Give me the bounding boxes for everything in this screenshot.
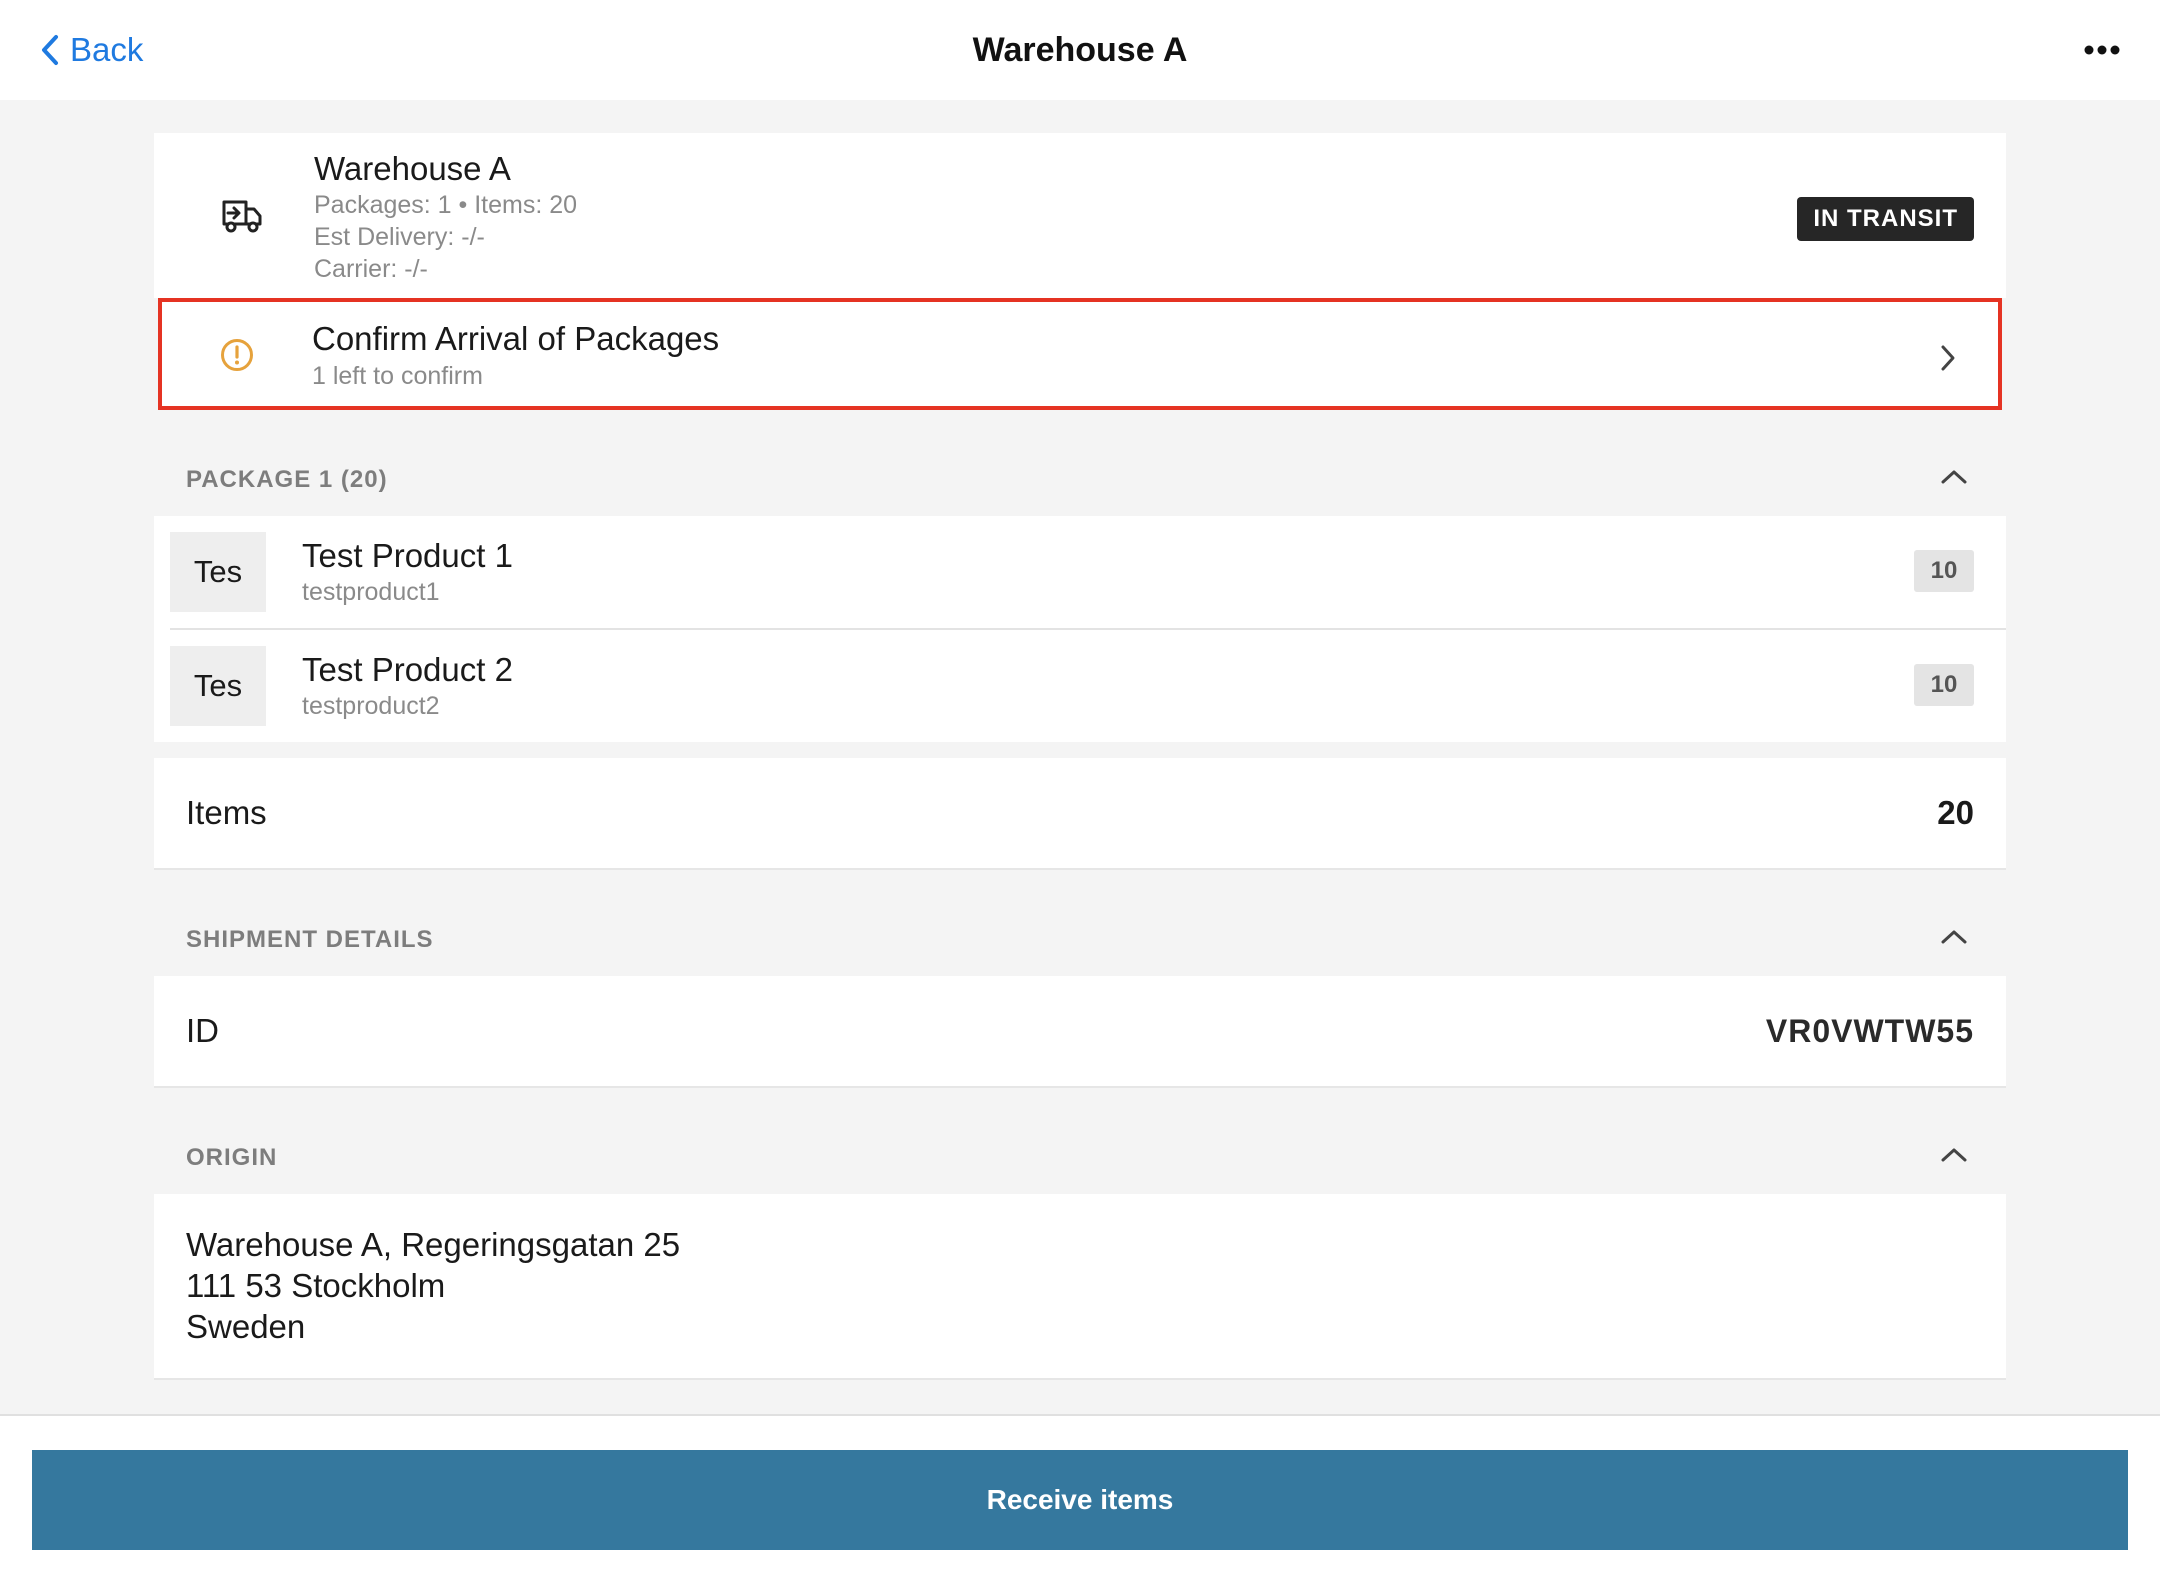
list-item[interactable]: Tes Test Product 2 testproduct2 10 bbox=[154, 630, 2006, 742]
package-section-label: PACKAGE 1 (20) bbox=[186, 466, 388, 493]
package-section-header[interactable]: PACKAGE 1 (20) bbox=[154, 410, 2006, 516]
product-thumbnail: Tes bbox=[170, 646, 266, 726]
summary-packages-items: Packages: 1 • Items: 20 bbox=[314, 191, 578, 219]
product-texts: Test Product 2 testproduct2 bbox=[302, 650, 513, 722]
product-sku: testproduct1 bbox=[302, 578, 440, 606]
ellipsis-icon bbox=[2084, 45, 2120, 55]
summary-texts: Warehouse A Packages: 1 • Items: 20 Est … bbox=[314, 149, 577, 285]
chevron-up-icon[interactable] bbox=[1940, 929, 1968, 950]
summary-title: Warehouse A bbox=[314, 150, 511, 187]
chevron-up-icon[interactable] bbox=[1940, 469, 1968, 490]
navigation-bar: Back Warehouse A bbox=[0, 0, 2160, 100]
quantity-badge: 10 bbox=[1914, 550, 1974, 592]
items-total-label: Items bbox=[186, 794, 267, 831]
list-item[interactable]: Tes Test Product 1 testproduct1 10 bbox=[154, 516, 2006, 628]
origin-address: Warehouse A, Regeringsgatan 25 111 53 St… bbox=[154, 1194, 2006, 1380]
page-title: Warehouse A bbox=[972, 30, 1188, 69]
status-badge: IN TRANSIT bbox=[1797, 197, 1974, 241]
summary-carrier: Carrier: -/- bbox=[314, 255, 428, 283]
shipment-id-value: VR0VWTW55 bbox=[1765, 1012, 1974, 1049]
main-content: Warehouse A Packages: 1 • Items: 20 Est … bbox=[154, 133, 2006, 1380]
shipment-id-label: ID bbox=[186, 1012, 219, 1049]
confirm-subtitle: 1 left to confirm bbox=[312, 362, 483, 390]
chevron-left-icon bbox=[42, 35, 58, 65]
receive-items-button[interactable]: Receive items bbox=[32, 1450, 2128, 1550]
footer-bar: Receive items bbox=[0, 1414, 2160, 1580]
shipment-details-label: SHIPMENT DETAILS bbox=[186, 926, 434, 953]
product-sku: testproduct2 bbox=[302, 692, 440, 720]
product-texts: Test Product 1 testproduct1 bbox=[302, 536, 513, 608]
shipment-id-row: ID VR0VWTW55 bbox=[154, 976, 2006, 1088]
warning-icon bbox=[220, 338, 254, 377]
shipment-summary-card: Warehouse A Packages: 1 • Items: 20 Est … bbox=[154, 133, 2006, 298]
product-thumbnail: Tes bbox=[170, 532, 266, 612]
product-name: Test Product 1 bbox=[302, 537, 513, 574]
origin-line1: Warehouse A, Regeringsgatan 25 bbox=[186, 1226, 681, 1263]
back-button[interactable]: Back bbox=[40, 0, 143, 100]
truck-icon bbox=[220, 198, 264, 239]
summary-est-delivery: Est Delivery: -/- bbox=[314, 223, 485, 251]
chevron-up-icon[interactable] bbox=[1940, 1147, 1968, 1168]
confirm-arrival-row[interactable]: Confirm Arrival of Packages 1 left to co… bbox=[158, 298, 2002, 410]
confirm-texts: Confirm Arrival of Packages 1 left to co… bbox=[312, 318, 719, 392]
shipment-details-header[interactable]: SHIPMENT DETAILS bbox=[154, 870, 2006, 976]
quantity-badge: 10 bbox=[1914, 664, 1974, 706]
items-total-row: Items 20 bbox=[154, 758, 2006, 870]
origin-label: ORIGIN bbox=[186, 1144, 278, 1171]
items-total-value: 20 bbox=[1937, 794, 1974, 831]
origin-line2: 111 53 Stockholm bbox=[186, 1267, 446, 1304]
product-name: Test Product 2 bbox=[302, 651, 513, 688]
origin-line3: Sweden bbox=[186, 1308, 306, 1345]
chevron-right-icon bbox=[1940, 344, 1956, 377]
more-options-button[interactable] bbox=[2084, 0, 2120, 100]
confirm-title: Confirm Arrival of Packages bbox=[312, 320, 720, 357]
origin-header[interactable]: ORIGIN bbox=[154, 1088, 2006, 1194]
back-label: Back bbox=[70, 31, 144, 68]
